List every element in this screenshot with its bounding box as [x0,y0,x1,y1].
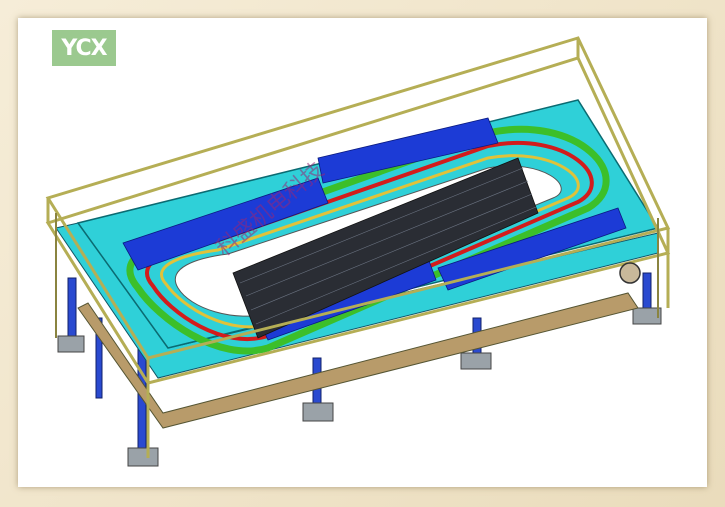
cad-canvas: YCX 科盛机电科技 [18,18,707,487]
conveyor-machine-drawing [45,36,671,467]
photo-frame: YCX 科盛机电科技 [0,0,725,507]
drive-motor [619,262,641,284]
